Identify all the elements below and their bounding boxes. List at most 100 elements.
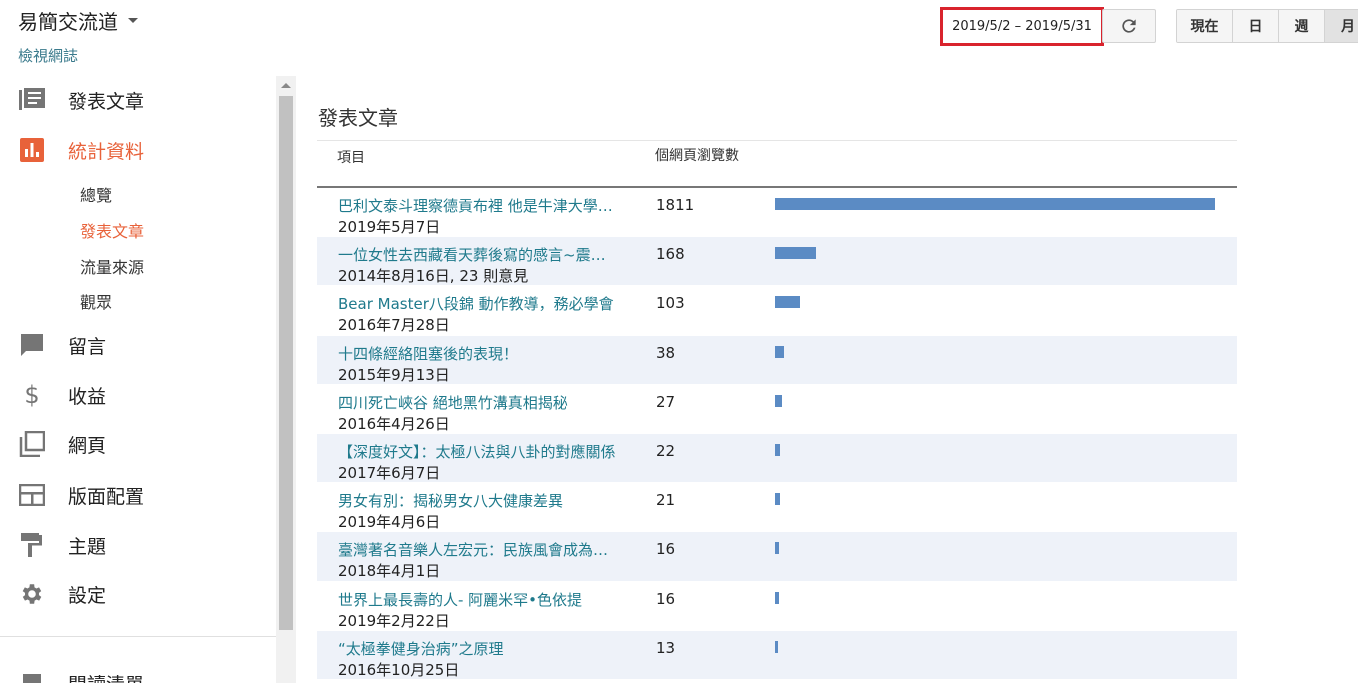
sidebar-item-label: 網頁 bbox=[68, 434, 107, 457]
stats-icon bbox=[18, 136, 46, 164]
refresh-icon bbox=[1122, 19, 1136, 33]
post-views: 16 bbox=[656, 540, 676, 559]
views-bar bbox=[775, 394, 782, 407]
table-row: 【深度好文】：太極八法與八卦的對應關係 2017年6月7日 22 bbox=[317, 433, 1237, 484]
sidebar-item-reading-list[interactable]: 閱讀清單 bbox=[18, 666, 144, 683]
views-bar bbox=[775, 198, 1215, 210]
views-bar-area bbox=[775, 640, 1215, 653]
sidebar-item-pages[interactable]: 網頁 bbox=[18, 429, 106, 459]
table-row: 十四條經絡阻塞後的表現！ 2015年9月13日 38 bbox=[317, 335, 1237, 385]
post-views: 21 bbox=[656, 491, 676, 510]
period-month-button[interactable]: 月 bbox=[1325, 10, 1358, 42]
sidebar-item-settings[interactable]: 設定 bbox=[18, 579, 106, 609]
scrollbar-thumb[interactable] bbox=[279, 96, 293, 630]
post-title-link[interactable]: 巴利文泰斗理察德貢布裡 他是牛津大學的教授 bbox=[338, 195, 618, 216]
sidebar-sub-traffic-sources[interactable]: 流量來源 bbox=[80, 254, 144, 278]
posts-table: 項目 個網頁瀏覽數 巴利文泰斗理察德貢布裡 他是牛津大學的教授 2019年5月7日… bbox=[317, 140, 1237, 680]
views-bar-area bbox=[775, 296, 1215, 309]
table-row: 男女有別：揭秘男女八大健康差異 2019年4月6日 21 bbox=[317, 483, 1237, 533]
table-row: 四川死亡峽谷 絕地黑竹溝真相揭秘 2016年4月26日 27 bbox=[317, 385, 1237, 434]
sidebar-divider bbox=[0, 636, 276, 637]
post-date: 2014年8月16日, 23 則意見 bbox=[338, 267, 529, 286]
views-bar-area bbox=[775, 591, 1215, 604]
comments-icon bbox=[18, 331, 46, 359]
blog-title-dropdown[interactable]: 易簡交流道 bbox=[18, 6, 138, 35]
period-selector: 現在 日 週 月 bbox=[1176, 9, 1358, 43]
layout-icon bbox=[18, 481, 46, 509]
sidebar-item-label: 設定 bbox=[68, 584, 107, 607]
post-title-link[interactable]: Bear Master八段錦 動作教導，務必學會 bbox=[338, 293, 618, 314]
section-title: 發表文章 bbox=[318, 106, 398, 130]
sidebar-item-posts[interactable]: 發表文章 bbox=[18, 85, 144, 115]
posts-icon bbox=[18, 86, 46, 114]
sidebar-item-label: 閱讀清單 bbox=[68, 670, 144, 683]
post-date: 2015年9月13日 bbox=[338, 365, 450, 384]
reading-list-icon bbox=[18, 666, 46, 683]
scroll-up-button[interactable] bbox=[276, 76, 296, 94]
post-views: 103 bbox=[656, 294, 685, 313]
earnings-icon: $ bbox=[24, 381, 40, 409]
post-date: 2019年2月22日 bbox=[338, 611, 450, 630]
post-title-link[interactable]: 十四條經絡阻塞後的表現！ bbox=[338, 343, 618, 364]
views-bar-area bbox=[775, 247, 1215, 260]
views-bar-area bbox=[775, 542, 1215, 555]
post-title-link[interactable]: 一位女性去西藏看天葬後寫的感言~震撼心靈 bbox=[338, 244, 618, 265]
period-week-button[interactable]: 週 bbox=[1279, 10, 1325, 42]
views-bar bbox=[775, 296, 800, 309]
sidebar-item-label: 主題 bbox=[68, 535, 107, 558]
post-date: 2018年4月1日 bbox=[338, 562, 441, 581]
sidebar-item-label: 留言 bbox=[68, 335, 107, 358]
views-bar bbox=[775, 640, 778, 653]
period-day-button[interactable]: 日 bbox=[1233, 10, 1279, 42]
post-views: 22 bbox=[656, 441, 676, 460]
refresh-button[interactable] bbox=[1102, 9, 1156, 43]
blog-title: 易簡交流道 bbox=[18, 10, 118, 34]
arrow-up-icon bbox=[281, 82, 291, 88]
views-bar-area bbox=[775, 443, 1215, 456]
views-bar bbox=[775, 247, 816, 260]
sidebar-sub-overview[interactable]: 總覽 bbox=[80, 182, 112, 206]
post-date: 2019年4月6日 bbox=[338, 513, 441, 532]
gear-icon bbox=[18, 580, 46, 608]
post-date: 2017年6月7日 bbox=[338, 463, 441, 482]
post-title-link[interactable]: 四川死亡峽谷 絕地黑竹溝真相揭秘 bbox=[338, 392, 618, 413]
post-title-link[interactable]: 【深度好文】：太極八法與八卦的對應關係 bbox=[338, 441, 618, 462]
post-date: 2016年4月26日 bbox=[338, 414, 450, 433]
date-range-picker[interactable]: 2019/5/2 – 2019/5/31 bbox=[940, 7, 1104, 46]
sidebar-scrollbar[interactable] bbox=[276, 76, 296, 683]
post-title-link[interactable]: 男女有別：揭秘男女八大健康差異 bbox=[338, 490, 618, 511]
views-bar-area bbox=[775, 198, 1215, 210]
sidebar-item-comments[interactable]: 留言 bbox=[18, 330, 106, 360]
table-row: 一位女性去西藏看天葬後寫的感言~震撼心靈 2014年8月16日, 23 則意見 16… bbox=[317, 237, 1237, 287]
table-body: 巴利文泰斗理察德貢布裡 他是牛津大學的教授 2019年5月7日 1811 一位女性去西… bbox=[317, 188, 1237, 680]
post-views: 27 bbox=[656, 392, 676, 411]
views-bar bbox=[775, 345, 784, 358]
pages-icon bbox=[18, 430, 46, 458]
post-views: 168 bbox=[656, 245, 685, 264]
sidebar-sub-audience[interactable]: 觀眾 bbox=[80, 289, 112, 313]
sidebar-item-label: 發表文章 bbox=[68, 90, 145, 113]
views-bar-area bbox=[775, 345, 1215, 358]
date-range-label: 2019/5/2 – 2019/5/31 bbox=[952, 19, 1092, 34]
period-now-button[interactable]: 現在 bbox=[1177, 10, 1233, 42]
table-row: 巴利文泰斗理察德貢布裡 他是牛津大學的教授 2019年5月7日 1811 bbox=[317, 188, 1237, 238]
sidebar-item-earnings[interactable]: $ 收益 bbox=[18, 380, 106, 410]
post-title-link[interactable]: “太極拳健身治病”之原理 bbox=[338, 638, 618, 659]
column-header-item: 項目 bbox=[337, 150, 365, 166]
post-date: 2016年7月28日 bbox=[338, 316, 450, 335]
sidebar-item-stats[interactable]: 統計資料 bbox=[18, 135, 144, 165]
sidebar-item-layout[interactable]: 版面配置 bbox=[18, 480, 144, 510]
sidebar-item-label: 收益 bbox=[68, 385, 107, 408]
views-bar-area bbox=[775, 394, 1215, 407]
post-views: 13 bbox=[656, 638, 676, 657]
view-blog-link[interactable]: 檢視網誌 bbox=[18, 45, 78, 66]
post-title-link[interactable]: 臺灣著名音樂人左宏元：民族風會成為主流 bbox=[338, 539, 618, 560]
sidebar-item-label: 統計資料 bbox=[68, 140, 145, 163]
sidebar-sub-posts[interactable]: 發表文章 bbox=[80, 218, 144, 242]
sidebar-item-theme[interactable]: 主題 bbox=[18, 530, 106, 560]
post-views: 1811 bbox=[656, 196, 695, 214]
table-row: “太極拳健身治病”之原理 2016年10月25日 13 bbox=[317, 630, 1237, 680]
post-title-link[interactable]: 世界上最長壽的人- 阿麗米罕•色依提 bbox=[338, 589, 618, 610]
theme-icon bbox=[18, 531, 46, 559]
caret-down-icon bbox=[128, 18, 138, 23]
